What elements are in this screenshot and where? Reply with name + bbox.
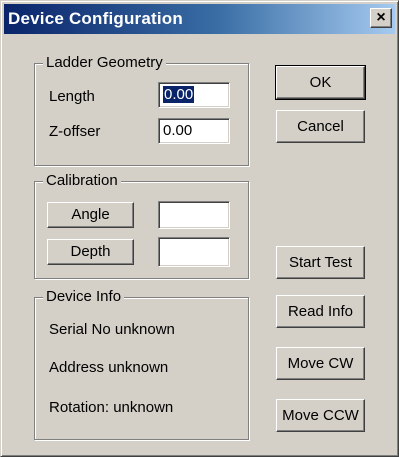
cancel-button[interactable]: Cancel — [276, 110, 365, 143]
calibration-legend: Calibration — [43, 172, 121, 189]
angle-field[interactable] — [158, 201, 230, 229]
window-title: Device Configuration — [8, 9, 183, 28]
ok-button[interactable]: OK — [275, 65, 366, 100]
start-test-button[interactable]: Start Test — [276, 246, 365, 279]
zoffset-field[interactable]: 0.00 — [158, 118, 230, 144]
ladder-geometry-legend: Ladder Geometry — [43, 54, 166, 71]
zoffset-value: 0.00 — [163, 122, 193, 139]
device-configuration-dialog: Device Configuration × Ladder Geometry L… — [0, 0, 399, 457]
close-icon: × — [376, 9, 386, 26]
depth-button[interactable]: Depth — [47, 239, 134, 265]
move-ccw-button[interactable]: Move CCW — [276, 399, 365, 432]
length-field[interactable]: 0.00 — [158, 82, 230, 108]
move-cw-button[interactable]: Move CW — [276, 347, 365, 380]
read-info-button[interactable]: Read Info — [276, 295, 365, 328]
rotation-text: Rotation: unknown — [49, 399, 174, 416]
zoffset-label: Z-offser — [49, 123, 101, 140]
ladder-geometry-group: Ladder Geometry — [34, 54, 249, 166]
title-bar[interactable]: Device Configuration × — [4, 4, 395, 34]
serial-number-text: Serial No unknown — [49, 321, 175, 338]
depth-field[interactable] — [158, 237, 230, 267]
angle-button[interactable]: Angle — [47, 202, 134, 228]
device-info-legend: Device Info — [43, 288, 125, 305]
address-text: Address unknown — [49, 359, 169, 376]
length-value: 0.00 — [163, 86, 195, 103]
length-label: Length — [49, 88, 95, 105]
close-button[interactable]: × — [370, 8, 392, 28]
